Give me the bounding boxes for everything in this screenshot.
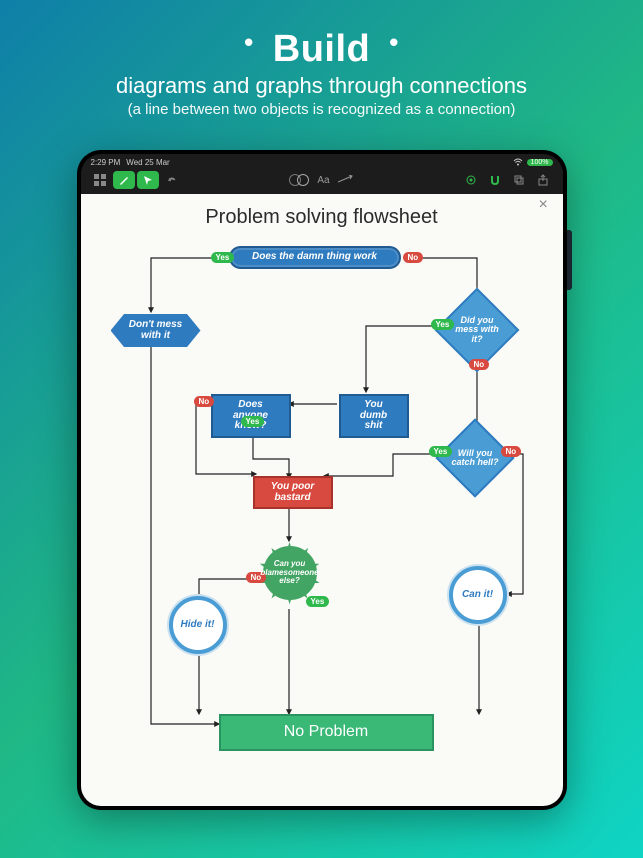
shape-button[interactable] [289, 174, 309, 186]
right-tools [460, 171, 554, 189]
hero-note: (a line between two objects is recognize… [30, 101, 613, 118]
hero-title: • Build • [30, 28, 613, 71]
starburst-node[interactable]: Can you blamesomeone else? [259, 542, 321, 604]
center-tools: Aa [289, 174, 353, 186]
no-label: No [403, 252, 424, 263]
magnet-button[interactable] [484, 171, 506, 189]
app-toolbar: Aa [81, 168, 563, 194]
process-node-red[interactable]: You poor bastard [253, 476, 333, 509]
bullet-icon: • [389, 27, 399, 57]
pen-button[interactable] [113, 171, 135, 189]
diagram-canvas[interactable]: × Problem solving flowsheet [81, 194, 563, 806]
bullet-icon: • [244, 27, 254, 57]
start-node[interactable]: Does the damn thing work [229, 246, 401, 269]
yes-label: Yes [431, 319, 455, 330]
diagram-title: Problem solving flowsheet [81, 206, 563, 229]
select-button[interactable] [137, 171, 159, 189]
yes-label: Yes [241, 416, 265, 427]
yes-label: Yes [429, 446, 453, 457]
end-node[interactable]: No Problem [219, 714, 434, 751]
target-button[interactable] [460, 171, 482, 189]
wifi-icon [513, 158, 523, 168]
no-label: No [469, 359, 490, 370]
hero-subtitle: diagrams and graphs through connections [30, 73, 613, 99]
tablet-screen: 2:29 PM Wed 25 Mar 100% [81, 154, 563, 806]
tablet-frame: 2:29 PM Wed 25 Mar 100% [77, 150, 567, 810]
no-label: No [501, 446, 522, 457]
layers-button[interactable] [508, 171, 530, 189]
hero-title-text: Build [273, 28, 370, 70]
hero-header: • Build • diagrams and graphs through co… [0, 0, 643, 132]
circle-node[interactable]: Can it! [449, 566, 507, 624]
hexagon-node[interactable]: Don't mess with it [111, 314, 201, 347]
no-label: No [194, 396, 215, 407]
undo-button[interactable] [161, 171, 183, 189]
diamond-node[interactable]: Will you catch hell? [447, 430, 503, 486]
grid-button[interactable] [89, 171, 111, 189]
arrow-button[interactable] [338, 175, 354, 186]
share-button[interactable] [532, 171, 554, 189]
circle-node[interactable]: Hide it! [169, 596, 227, 654]
diamond-node[interactable]: Did you mess with it? [447, 300, 507, 360]
process-node[interactable]: You dumb shit [339, 394, 409, 438]
status-date: Wed 25 Mar [126, 158, 169, 167]
left-tools [89, 171, 183, 189]
status-time: 2:29 PM [91, 158, 121, 167]
battery-indicator: 100% [527, 159, 553, 166]
status-bar: 2:29 PM Wed 25 Mar 100% [81, 154, 563, 168]
yes-label: Yes [211, 252, 235, 263]
text-button[interactable]: Aa [317, 175, 329, 186]
